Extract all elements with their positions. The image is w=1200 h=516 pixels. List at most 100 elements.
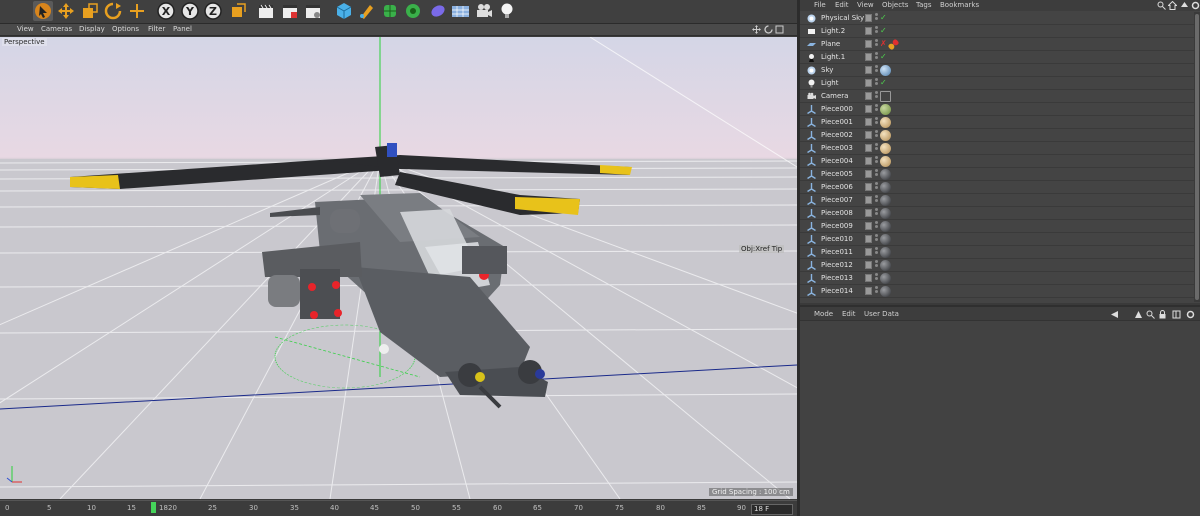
layer-visibility-toggle[interactable] [865, 196, 872, 204]
object-row[interactable]: Sky [800, 64, 1194, 77]
object-row[interactable]: Physical Sky ✓ [800, 12, 1194, 25]
viewport-camera-label[interactable]: Perspective [2, 38, 47, 46]
object-name[interactable]: Piece008 [821, 209, 853, 217]
object-row[interactable]: Light ✓ [800, 77, 1194, 90]
object-row[interactable]: Plane ✗ [800, 38, 1194, 51]
menu-filter[interactable]: Filter [148, 25, 165, 33]
object-name[interactable]: Piece005 [821, 170, 853, 178]
object-name[interactable]: Light.1 [821, 53, 845, 61]
object-name[interactable]: Piece006 [821, 183, 853, 191]
editor-render-dots-icon[interactable] [875, 247, 878, 257]
rotate-icon[interactable] [103, 1, 123, 21]
editor-render-dots-icon[interactable] [875, 104, 878, 114]
floor-icon[interactable] [450, 1, 470, 21]
search-icon[interactable] [1157, 1, 1166, 10]
animation-timeline[interactable]: 0 5 10 15 18 20 25 30 35 40 45 50 55 60 … [0, 500, 797, 516]
object-name[interactable]: Piece010 [821, 235, 853, 243]
object-name[interactable]: Light.2 [821, 27, 845, 35]
layer-visibility-toggle[interactable] [865, 40, 872, 48]
move-view-icon[interactable] [752, 25, 761, 34]
object-name[interactable]: Piece000 [821, 105, 853, 113]
cube-icon[interactable] [334, 1, 354, 21]
coordinate-system-icon[interactable] [228, 1, 248, 21]
editor-render-dots-icon[interactable] [875, 143, 878, 153]
object-row[interactable]: Camera [800, 90, 1194, 103]
menu-edit[interactable]: Edit [842, 310, 856, 318]
menu-user-data[interactable]: User Data [864, 310, 899, 318]
object-name[interactable]: Plane [821, 40, 840, 48]
enabled-toggle[interactable]: ✓ [880, 13, 887, 22]
editor-render-dots-icon[interactable] [875, 195, 878, 205]
rotate-view-icon[interactable] [764, 25, 773, 34]
object-row[interactable]: Piece008 [800, 207, 1194, 220]
menu-cameras[interactable]: Cameras [41, 25, 72, 33]
editor-render-dots-icon[interactable] [875, 273, 878, 283]
scene-render[interactable] [0, 37, 797, 499]
object-name[interactable]: Piece007 [821, 196, 853, 204]
object-row[interactable]: Piece007 [800, 194, 1194, 207]
layer-visibility-toggle[interactable] [865, 27, 872, 35]
layer-visibility-toggle[interactable] [865, 14, 872, 22]
enabled-toggle[interactable]: ✓ [880, 78, 887, 87]
object-name[interactable]: Piece002 [821, 131, 853, 139]
settings-icon[interactable] [1186, 310, 1195, 319]
editor-render-dots-icon[interactable] [875, 52, 878, 62]
material-tag-icon[interactable] [880, 104, 891, 115]
object-name[interactable]: Piece011 [821, 248, 853, 256]
current-frame-field[interactable]: 18 F [751, 504, 793, 515]
object-name[interactable]: Piece003 [821, 144, 853, 152]
editor-render-dots-icon[interactable] [875, 156, 878, 166]
search-icon[interactable] [1146, 310, 1155, 319]
home-icon[interactable] [1168, 1, 1177, 10]
layer-visibility-toggle[interactable] [865, 209, 872, 217]
material-tag-icon[interactable] [880, 130, 891, 141]
object-name[interactable]: Piece014 [821, 287, 853, 295]
editor-render-dots-icon[interactable] [875, 26, 878, 36]
layer-visibility-toggle[interactable] [865, 183, 872, 191]
editor-render-dots-icon[interactable] [875, 260, 878, 270]
move-icon[interactable] [56, 1, 76, 21]
layer-visibility-toggle[interactable] [865, 66, 872, 74]
layer-visibility-toggle[interactable] [865, 79, 872, 87]
object-row[interactable]: Piece000 [800, 103, 1194, 116]
object-row[interactable]: Light.2 ✓ [800, 25, 1194, 38]
layer-visibility-toggle[interactable] [865, 144, 872, 152]
editor-render-dots-icon[interactable] [875, 182, 878, 192]
layer-visibility-toggle[interactable] [865, 118, 872, 126]
object-row[interactable]: Piece012 [800, 259, 1194, 272]
layer-visibility-toggle[interactable] [865, 222, 872, 230]
z-axis-icon[interactable]: Z [203, 1, 223, 21]
material-tag-icon[interactable] [880, 286, 891, 297]
object-row[interactable]: Piece002 [800, 129, 1194, 142]
add-icon[interactable] [127, 1, 147, 21]
editor-render-dots-icon[interactable] [875, 208, 878, 218]
layer-visibility-toggle[interactable] [865, 105, 872, 113]
subdivision-icon[interactable] [380, 1, 400, 21]
editor-render-dots-icon[interactable] [875, 65, 878, 75]
layer-visibility-toggle[interactable] [865, 261, 872, 269]
object-row[interactable]: Piece011 [800, 246, 1194, 259]
edit-render-settings-icon[interactable] [303, 1, 323, 21]
layer-visibility-toggle[interactable] [865, 92, 872, 100]
material-tag-icon[interactable] [880, 143, 891, 154]
object-name[interactable]: Piece004 [821, 157, 853, 165]
zoom-view-icon[interactable] [775, 25, 784, 34]
deformer-icon[interactable] [428, 1, 448, 21]
enabled-toggle[interactable]: ✗ [880, 39, 887, 48]
new-window-icon[interactable] [1172, 310, 1181, 319]
layer-visibility-toggle[interactable] [865, 53, 872, 61]
object-name[interactable]: Piece013 [821, 274, 853, 282]
menu-edit[interactable]: Edit [835, 1, 849, 9]
layer-visibility-toggle[interactable] [865, 248, 872, 256]
object-name[interactable]: Camera [821, 92, 848, 100]
render-picture-icon[interactable] [280, 1, 300, 21]
object-name[interactable]: Light [821, 79, 838, 87]
layer-visibility-toggle[interactable] [865, 235, 872, 243]
editor-render-dots-icon[interactable] [875, 234, 878, 244]
layer-visibility-toggle[interactable] [865, 131, 872, 139]
object-row[interactable]: Piece006 [800, 181, 1194, 194]
perspective-viewport[interactable]: Perspective Obj:Xref Tip Grid Spacing : … [0, 37, 797, 499]
menu-bookmarks[interactable]: Bookmarks [940, 1, 979, 9]
material-tag-icon[interactable] [880, 117, 891, 128]
material-tag-icon[interactable] [880, 156, 891, 167]
